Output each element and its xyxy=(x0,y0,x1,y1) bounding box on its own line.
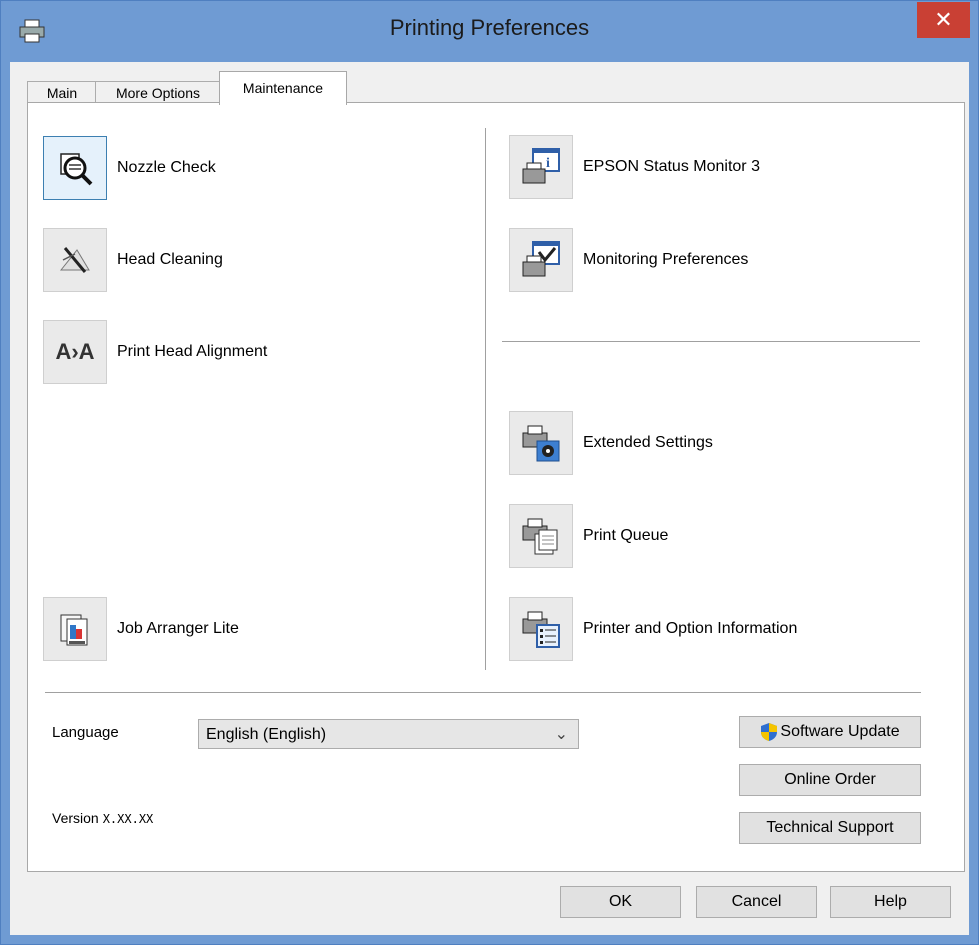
ok-button[interactable]: OK xyxy=(560,886,681,918)
version-label: Version xyxy=(52,810,99,826)
job-arranger-icon xyxy=(43,597,107,661)
extended-settings-button[interactable]: Extended Settings xyxy=(509,411,713,475)
uac-shield-icon xyxy=(761,722,778,741)
print-queue-label: Print Queue xyxy=(583,527,669,544)
language-select[interactable]: English (English) ⌄ xyxy=(198,719,579,749)
software-update-button[interactable]: Software Update xyxy=(739,716,921,748)
job-arranger-lite-button[interactable]: Job Arranger Lite xyxy=(43,597,239,661)
window-title: Printing Preferences xyxy=(389,15,590,40)
title-bar[interactable]: Printing Preferences ✕ xyxy=(1,1,978,62)
extended-settings-label: Extended Settings xyxy=(583,434,713,451)
language-select-value: English (English) xyxy=(206,726,327,743)
nozzle-check-label: Nozzle Check xyxy=(117,159,216,176)
job-arranger-lite-label: Job Arranger Lite xyxy=(117,620,239,637)
version-text: Version X.XX.XX xyxy=(52,810,153,826)
printer-option-information-label: Printer and Option Information xyxy=(583,620,798,637)
technical-support-button[interactable]: Technical Support xyxy=(739,812,921,844)
status-monitor-label: EPSON Status Monitor 3 xyxy=(583,158,760,175)
monitoring-preferences-label: Monitoring Preferences xyxy=(583,251,749,268)
maintenance-panel: Nozzle Check Head Cleaning A›A Print Hea… xyxy=(27,102,965,872)
print-head-alignment-icon: A›A xyxy=(43,320,107,384)
chevron-down-icon: ⌄ xyxy=(554,726,568,743)
print-queue-icon xyxy=(509,504,573,568)
close-button[interactable]: ✕ xyxy=(917,2,970,38)
dialog-client-area: Main More Options Maintenance Nozzle Che… xyxy=(10,62,969,935)
print-head-alignment-label: Print Head Alignment xyxy=(117,343,268,360)
version-value: X.XX.XX xyxy=(102,812,154,826)
alignment-icon-glyph: A›A xyxy=(55,339,95,364)
bottom-divider xyxy=(45,692,921,693)
column-divider xyxy=(485,128,486,670)
printing-preferences-window: Printing Preferences ✕ Main More Options… xyxy=(0,0,979,945)
monitoring-preferences-button[interactable]: Monitoring Preferences xyxy=(509,228,748,292)
monitoring-preferences-icon xyxy=(509,228,573,292)
software-update-label: Software Update xyxy=(780,723,900,740)
tab-more-options[interactable]: More Options xyxy=(95,81,221,104)
head-cleaning-icon xyxy=(43,228,107,292)
printer-info-icon xyxy=(509,597,573,661)
svg-text:i: i xyxy=(546,156,550,171)
print-queue-button[interactable]: Print Queue xyxy=(509,504,668,568)
cancel-button[interactable]: Cancel xyxy=(696,886,817,918)
extended-settings-icon xyxy=(509,411,573,475)
language-label: Language xyxy=(52,724,119,741)
tab-main[interactable]: Main xyxy=(27,81,97,104)
status-monitor-button[interactable]: i EPSON Status Monitor 3 xyxy=(509,135,760,199)
tab-maintenance[interactable]: Maintenance xyxy=(219,71,347,105)
printer-option-information-button[interactable]: Printer and Option Information xyxy=(509,597,797,661)
print-head-alignment-button[interactable]: A›A Print Head Alignment xyxy=(43,320,267,384)
help-button[interactable]: Help xyxy=(830,886,951,918)
right-section-divider xyxy=(502,341,920,342)
status-monitor-icon: i xyxy=(509,135,573,199)
online-order-button[interactable]: Online Order xyxy=(739,764,921,796)
head-cleaning-button[interactable]: Head Cleaning xyxy=(43,228,223,292)
nozzle-check-icon xyxy=(43,136,107,200)
head-cleaning-label: Head Cleaning xyxy=(117,251,223,268)
nozzle-check-button[interactable]: Nozzle Check xyxy=(43,136,216,200)
